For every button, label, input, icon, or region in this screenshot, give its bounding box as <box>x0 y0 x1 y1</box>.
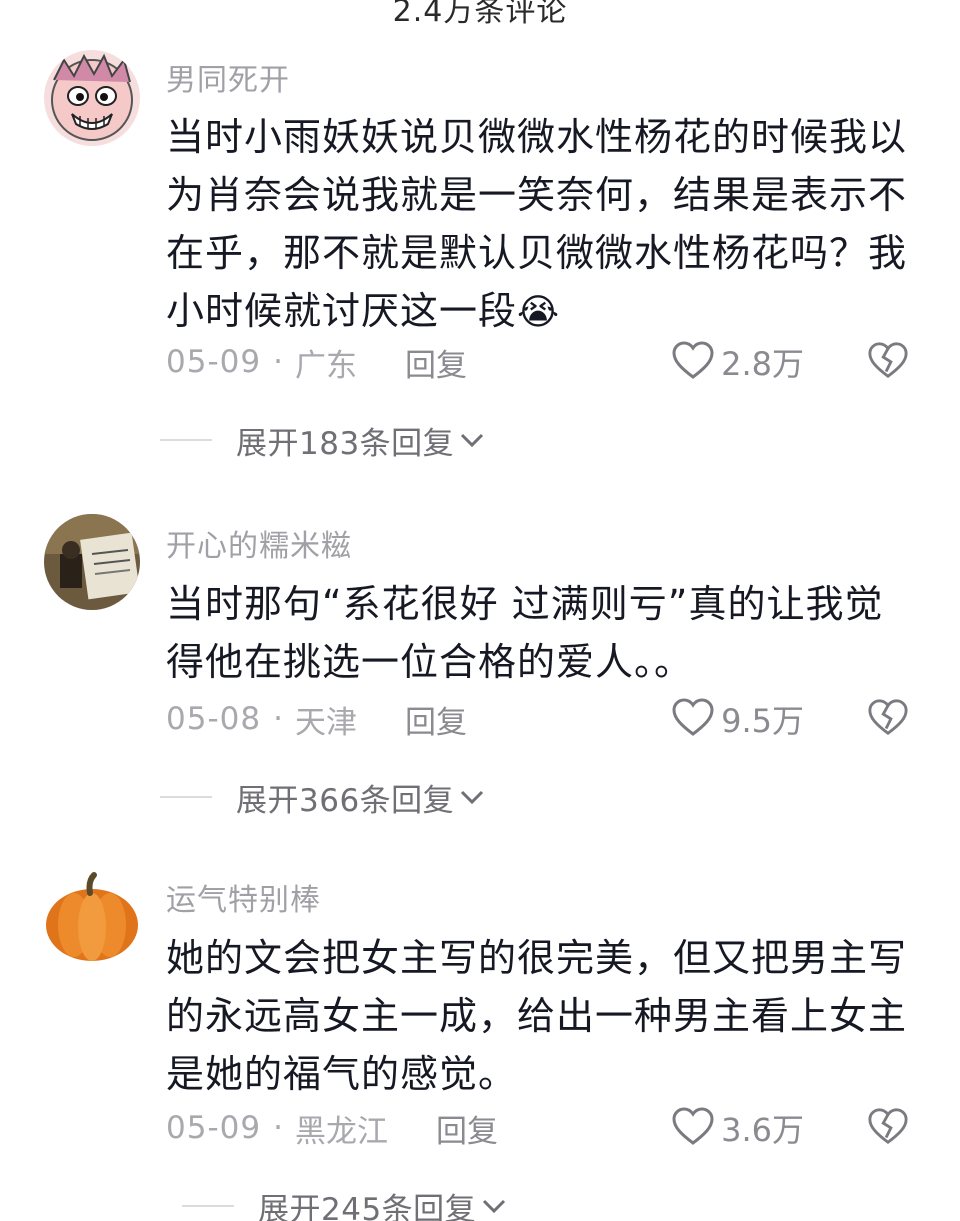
expand-replies-button[interactable]: 展开183条回复 <box>160 418 486 462</box>
like-button[interactable]: 2.8万 <box>671 340 804 384</box>
comment-line: 是她的福气的感觉。 <box>166 1052 518 1096</box>
chevron-down-icon <box>458 430 486 450</box>
divider <box>160 796 212 798</box>
chevron-down-icon <box>480 1196 508 1216</box>
comment-username[interactable]: 开心的糯米糍 <box>166 521 352 565</box>
comment-text: 当时小雨妖妖说贝微微水性杨花的时候我以 为肖奈会说我就是一笑奈何，结果是表示不 … <box>166 108 926 342</box>
dislike-button[interactable] <box>866 1106 910 1150</box>
comment-date: 05-09 <box>166 1110 262 1146</box>
comment-date: 05-08 <box>166 701 262 737</box>
avatar[interactable] <box>44 50 140 146</box>
comment-date: 05-09 <box>166 344 262 380</box>
comment-line: 在乎，那不就是默认贝微微水性杨花吗？我 <box>166 231 908 275</box>
comment-line: 为肖奈会说我就是一笑奈何，结果是表示不 <box>166 173 908 217</box>
like-count: 9.5万 <box>721 702 804 740</box>
meta-separator: · <box>273 1110 283 1146</box>
expand-replies-button[interactable]: 展开366条回复 <box>160 775 486 819</box>
divider <box>182 1205 234 1207</box>
dislike-button[interactable] <box>866 340 910 384</box>
avatar[interactable] <box>44 514 140 610</box>
broken-heart-icon <box>867 697 909 741</box>
expand-replies-label: 展开183条回复 <box>236 425 455 462</box>
chevron-down-icon <box>458 787 486 807</box>
meta-separator: · <box>273 344 283 380</box>
reply-button[interactable]: 回复 <box>405 697 467 742</box>
comment-line: 的永远高女主一成，给出一种男主看上女主 <box>166 994 908 1038</box>
crying-emoji-icon: 😭 <box>517 292 561 333</box>
comment-line: 当时小雨妖妖说贝微微水性杨花的时候我以 <box>166 115 908 159</box>
expand-replies-label: 展开245条回复 <box>258 1191 477 1221</box>
comment-location: 广东 <box>294 347 357 384</box>
like-button[interactable]: 9.5万 <box>671 697 804 741</box>
meta-separator: · <box>273 701 283 737</box>
comment-username[interactable]: 运气特别棒 <box>166 875 321 919</box>
expand-replies-label: 展开366条回复 <box>236 782 455 819</box>
heart-icon <box>671 1106 715 1150</box>
broken-heart-icon <box>867 1106 909 1150</box>
heart-icon <box>671 697 715 741</box>
comments-count-title: 2.4万条评论 <box>392 0 568 29</box>
comment-text: 她的文会把女主写的很完美，但又把男主写 的永远高女主一成，给出一种男主看上女主 … <box>166 929 926 1103</box>
dislike-button[interactable] <box>866 697 910 741</box>
like-count: 2.8万 <box>721 345 804 383</box>
comment-username[interactable]: 男同死开 <box>166 55 290 99</box>
broken-heart-icon <box>867 340 909 384</box>
comment-location: 天津 <box>294 704 357 741</box>
comment-text: 当时那句“系花很好 过满则亏”真的让我觉 得他在挑选一位合格的爱人。。 <box>166 575 926 691</box>
like-count: 3.6万 <box>721 1111 804 1149</box>
reply-button[interactable]: 回复 <box>405 340 467 385</box>
heart-icon <box>671 340 715 384</box>
comment-line: 得他在挑选一位合格的爱人。。 <box>166 640 694 684</box>
reply-button[interactable]: 回复 <box>436 1106 498 1151</box>
comment-line: 她的文会把女主写的很完美，但又把男主写 <box>166 936 908 980</box>
avatar[interactable] <box>44 869 140 965</box>
comment-line: 当时那句“系花很好 过满则亏”真的让我觉 <box>166 582 884 626</box>
like-button[interactable]: 3.6万 <box>671 1106 804 1150</box>
comment-location: 黑龙江 <box>294 1113 388 1150</box>
comment-line: 小时候就讨厌这一段 <box>166 289 518 333</box>
divider <box>160 439 212 441</box>
expand-replies-button[interactable]: 展开245条回复 <box>182 1184 508 1221</box>
